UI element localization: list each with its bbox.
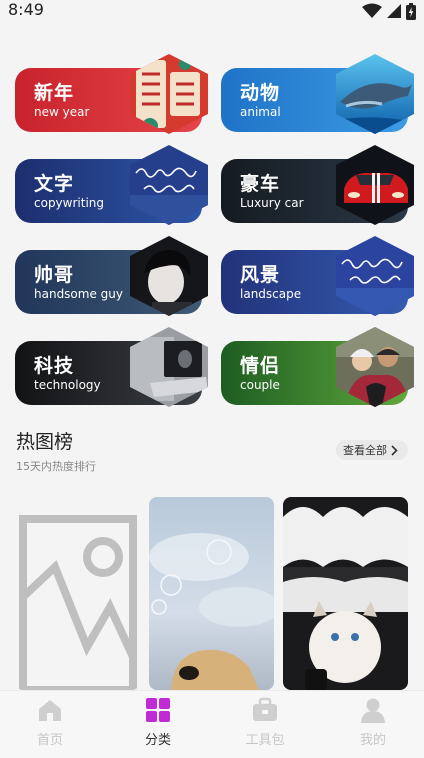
tab-toolbox[interactable]: 工具包 (229, 697, 301, 753)
tab-label: 工具包 (245, 733, 285, 748)
tab-label: 我的 (359, 733, 386, 748)
wifi-icon (362, 3, 382, 18)
status-time: 8:49 (8, 0, 44, 19)
bottom-tab-bar: 首页 分类 工具包 我的 (0, 690, 424, 758)
tab-label: 首页 (36, 733, 63, 748)
image-placeholder-icon (19, 515, 137, 690)
view-all-button[interactable]: 查看全部 (336, 440, 408, 460)
copywriting-thumbnail (130, 145, 208, 225)
card-subtitle: Luxury car (240, 196, 304, 210)
view-all-label: 查看全部 (343, 444, 387, 457)
card-subtitle: landscape (240, 287, 302, 301)
chevron-right-icon (391, 444, 398, 456)
card-title: 动物 (240, 82, 281, 104)
card-subtitle: copywriting (34, 196, 105, 210)
card-subtitle: technology (34, 378, 101, 392)
tab-category[interactable]: 分类 (122, 697, 194, 753)
couple-thumbnail (336, 327, 414, 407)
animal-thumbnail (336, 54, 414, 134)
technology-thumbnail (130, 327, 208, 407)
card-title: 豪车 (240, 173, 281, 195)
signal-icon (387, 4, 401, 18)
card-subtitle: new year (34, 105, 90, 119)
battery-icon (406, 2, 416, 20)
category-card-handsome-guy[interactable]: 帅哥 handsome guy (15, 236, 208, 316)
card-title: 文字 (34, 173, 75, 195)
card-title: 新年 (34, 82, 75, 104)
tab-profile[interactable]: 我的 (337, 697, 409, 753)
category-card-new-year[interactable]: 新年 new year (15, 54, 208, 134)
hot-section-title: 热图榜 (16, 431, 74, 453)
category-icon (146, 698, 170, 722)
card-title: 科技 (34, 355, 75, 377)
tab-label: 分类 (144, 733, 171, 748)
hot-image-dog[interactable] (149, 497, 274, 690)
card-subtitle: couple (240, 378, 280, 392)
hot-image-cat[interactable] (283, 497, 408, 690)
card-subtitle: handsome guy (34, 287, 123, 301)
handsome-guy-thumbnail (130, 236, 208, 316)
cat-photo (283, 497, 408, 690)
profile-icon (361, 698, 385, 723)
hot-image-placeholder[interactable] (15, 497, 140, 690)
hot-section-subtitle: 15天内热度排行 (16, 460, 96, 473)
status-icons (362, 2, 416, 20)
home-icon (39, 700, 61, 721)
landscape-thumbnail (336, 236, 414, 316)
category-card-copywriting[interactable]: 文字 copywriting (15, 145, 208, 225)
category-card-couple[interactable]: 情侣 couple (221, 327, 414, 407)
category-card-animal[interactable]: 动物 animal (221, 54, 414, 134)
status-bar: 8:49 (0, 0, 424, 22)
dog-photo (149, 497, 274, 690)
card-subtitle: animal (240, 105, 281, 119)
toolbox-icon (253, 697, 277, 721)
card-title: 帅哥 (34, 264, 75, 286)
card-title: 情侣 (240, 355, 281, 377)
new-year-thumbnail (130, 54, 208, 134)
card-title: 风景 (240, 264, 281, 286)
category-card-luxury-car[interactable]: 豪车 Luxury car (221, 145, 414, 225)
tab-home[interactable]: 首页 (14, 697, 86, 753)
category-card-technology[interactable]: 科技 technology (15, 327, 208, 407)
category-card-landscape[interactable]: 风景 landscape (221, 236, 414, 316)
luxury-car-thumbnail (336, 145, 414, 225)
